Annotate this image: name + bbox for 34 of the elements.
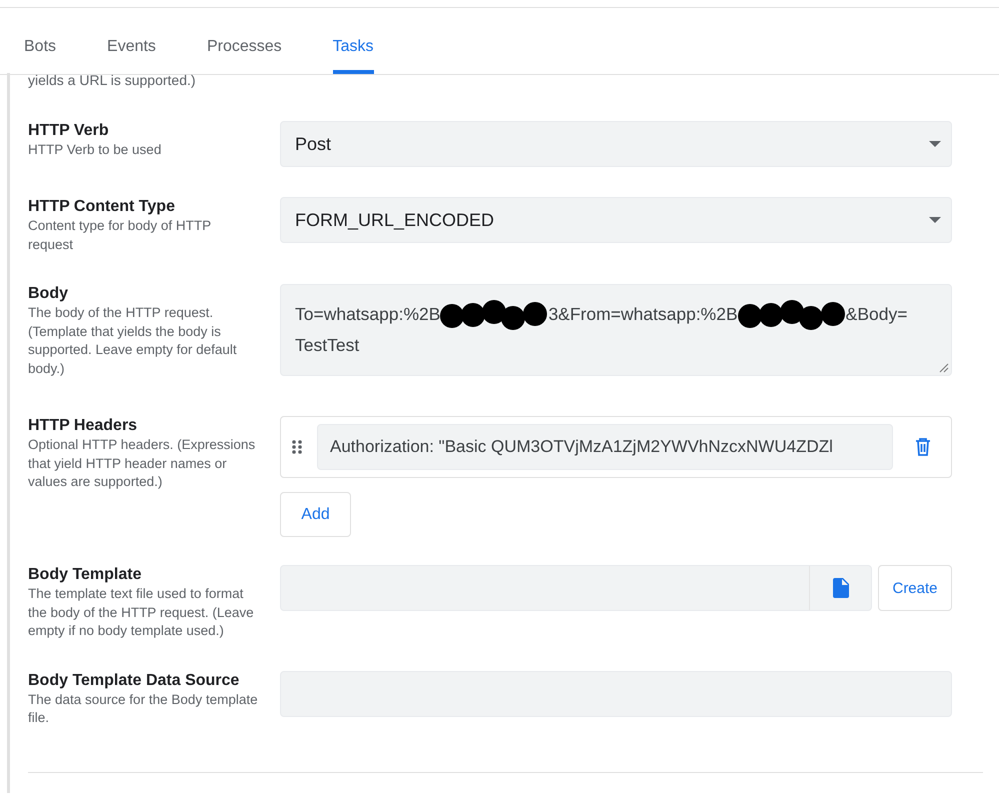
field-description: Optional HTTP headers. (Expressions that yield HTTP header names or values are supported.) — [28, 436, 256, 491]
field-label: Body Template Data Source — [28, 670, 240, 690]
field-description: yields a URL is supported.) — [28, 73, 197, 90]
dropdown[interactable]: FORM_URL_ENCODED — [280, 197, 952, 243]
field-text: To=whatsapp:%2B — [295, 304, 440, 324]
field-label: Body — [28, 284, 69, 304]
field-description: HTTP Verb to be used — [28, 141, 162, 159]
file-field[interactable] — [280, 565, 872, 611]
field-label: HTTP Content Type — [28, 197, 176, 217]
caret-icon — [929, 217, 941, 223]
field-label: Body Template — [28, 565, 142, 585]
dropdown[interactable]: Post — [280, 121, 952, 167]
tab[interactable]: Events — [107, 38, 156, 74]
drag-handle-icon[interactable] — [291, 439, 303, 455]
tab[interactable]: Processes — [206, 38, 282, 74]
field-description: Content type for body of HTTP request — [28, 217, 212, 254]
field-label: HTTP Verb — [28, 121, 110, 141]
document-icon — [832, 578, 848, 598]
caret-icon — [929, 141, 941, 147]
field-description: The template text file used to format the body of the HTTP request. (Leave empty if no body template used.) — [28, 585, 255, 640]
body-field[interactable]: To=whatsapp:%2B 3&From=whatsapp:%2B &Body= TestTest — [280, 284, 952, 376]
field-description: The data source for the Body template file. — [28, 690, 258, 727]
create-button[interactable]: Create — [878, 565, 952, 611]
field-label: HTTP Headers — [28, 416, 138, 436]
add-button[interactable]: Add — [280, 492, 351, 537]
resize-handle-icon[interactable] — [939, 363, 949, 373]
field-text: &Body= — [846, 304, 908, 324]
trash-icon — [915, 438, 931, 456]
field-text: TestTest — [295, 335, 360, 356]
field-text: 3&From=whatsapp:%2B — [548, 304, 738, 324]
tab[interactable]: Bots — [24, 38, 56, 74]
header-field[interactable]: Authorization: "Basic QUM3OTVjMzA1ZjM2YWVhNzcxNWU4ZDZl — [317, 424, 893, 470]
tab[interactable]: Tasks — [332, 38, 374, 74]
field-description: The body of the HTTP request. (Template that yields the body is supported. Leave empty for default body.) — [28, 304, 238, 378]
